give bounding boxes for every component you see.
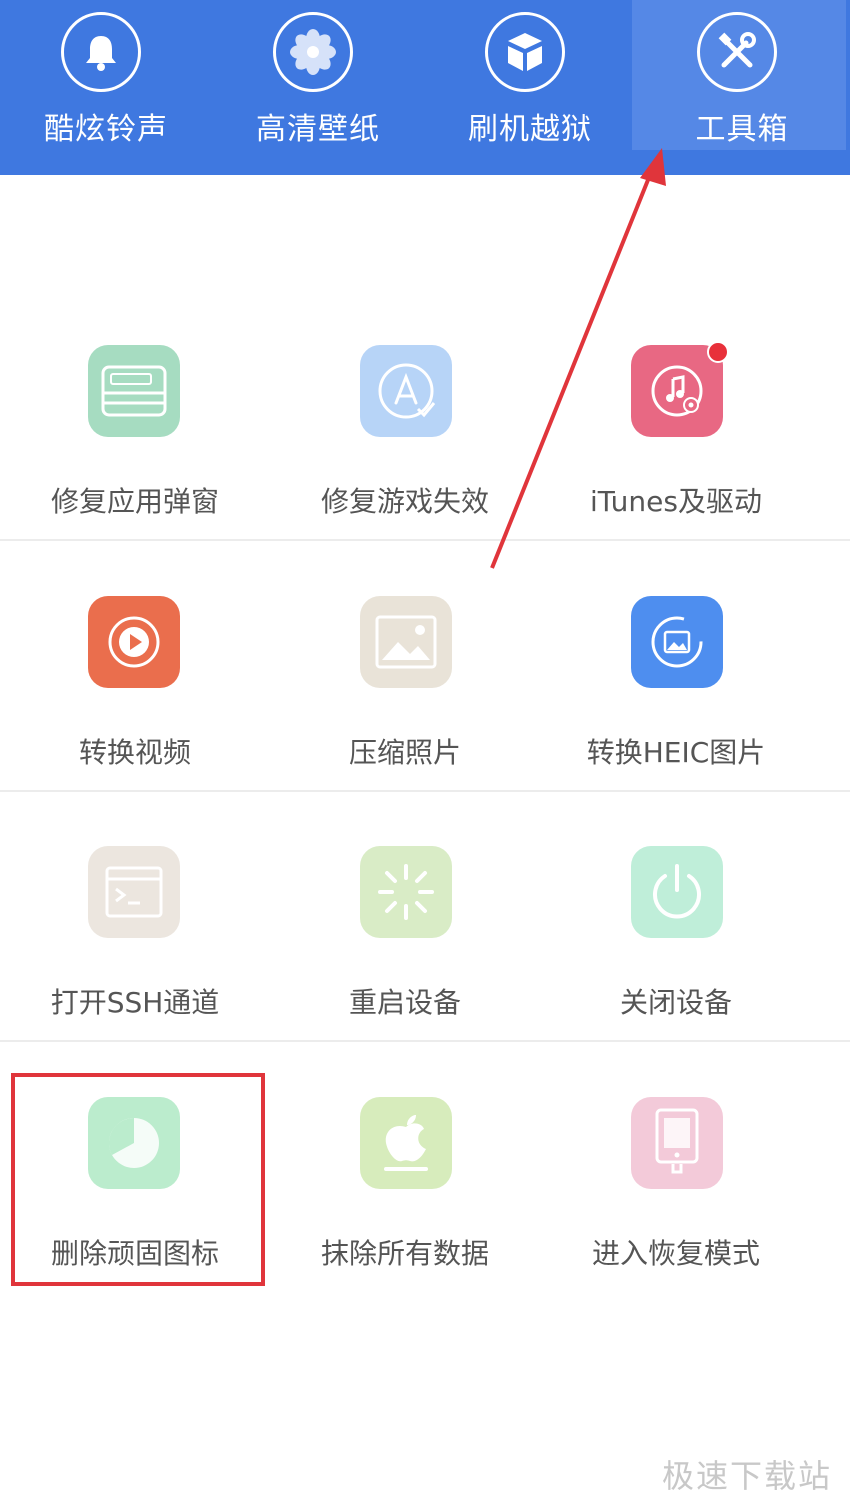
annotation-arrow (490, 148, 666, 569)
watermark-text: 极速下载站 (661, 1457, 832, 1495)
